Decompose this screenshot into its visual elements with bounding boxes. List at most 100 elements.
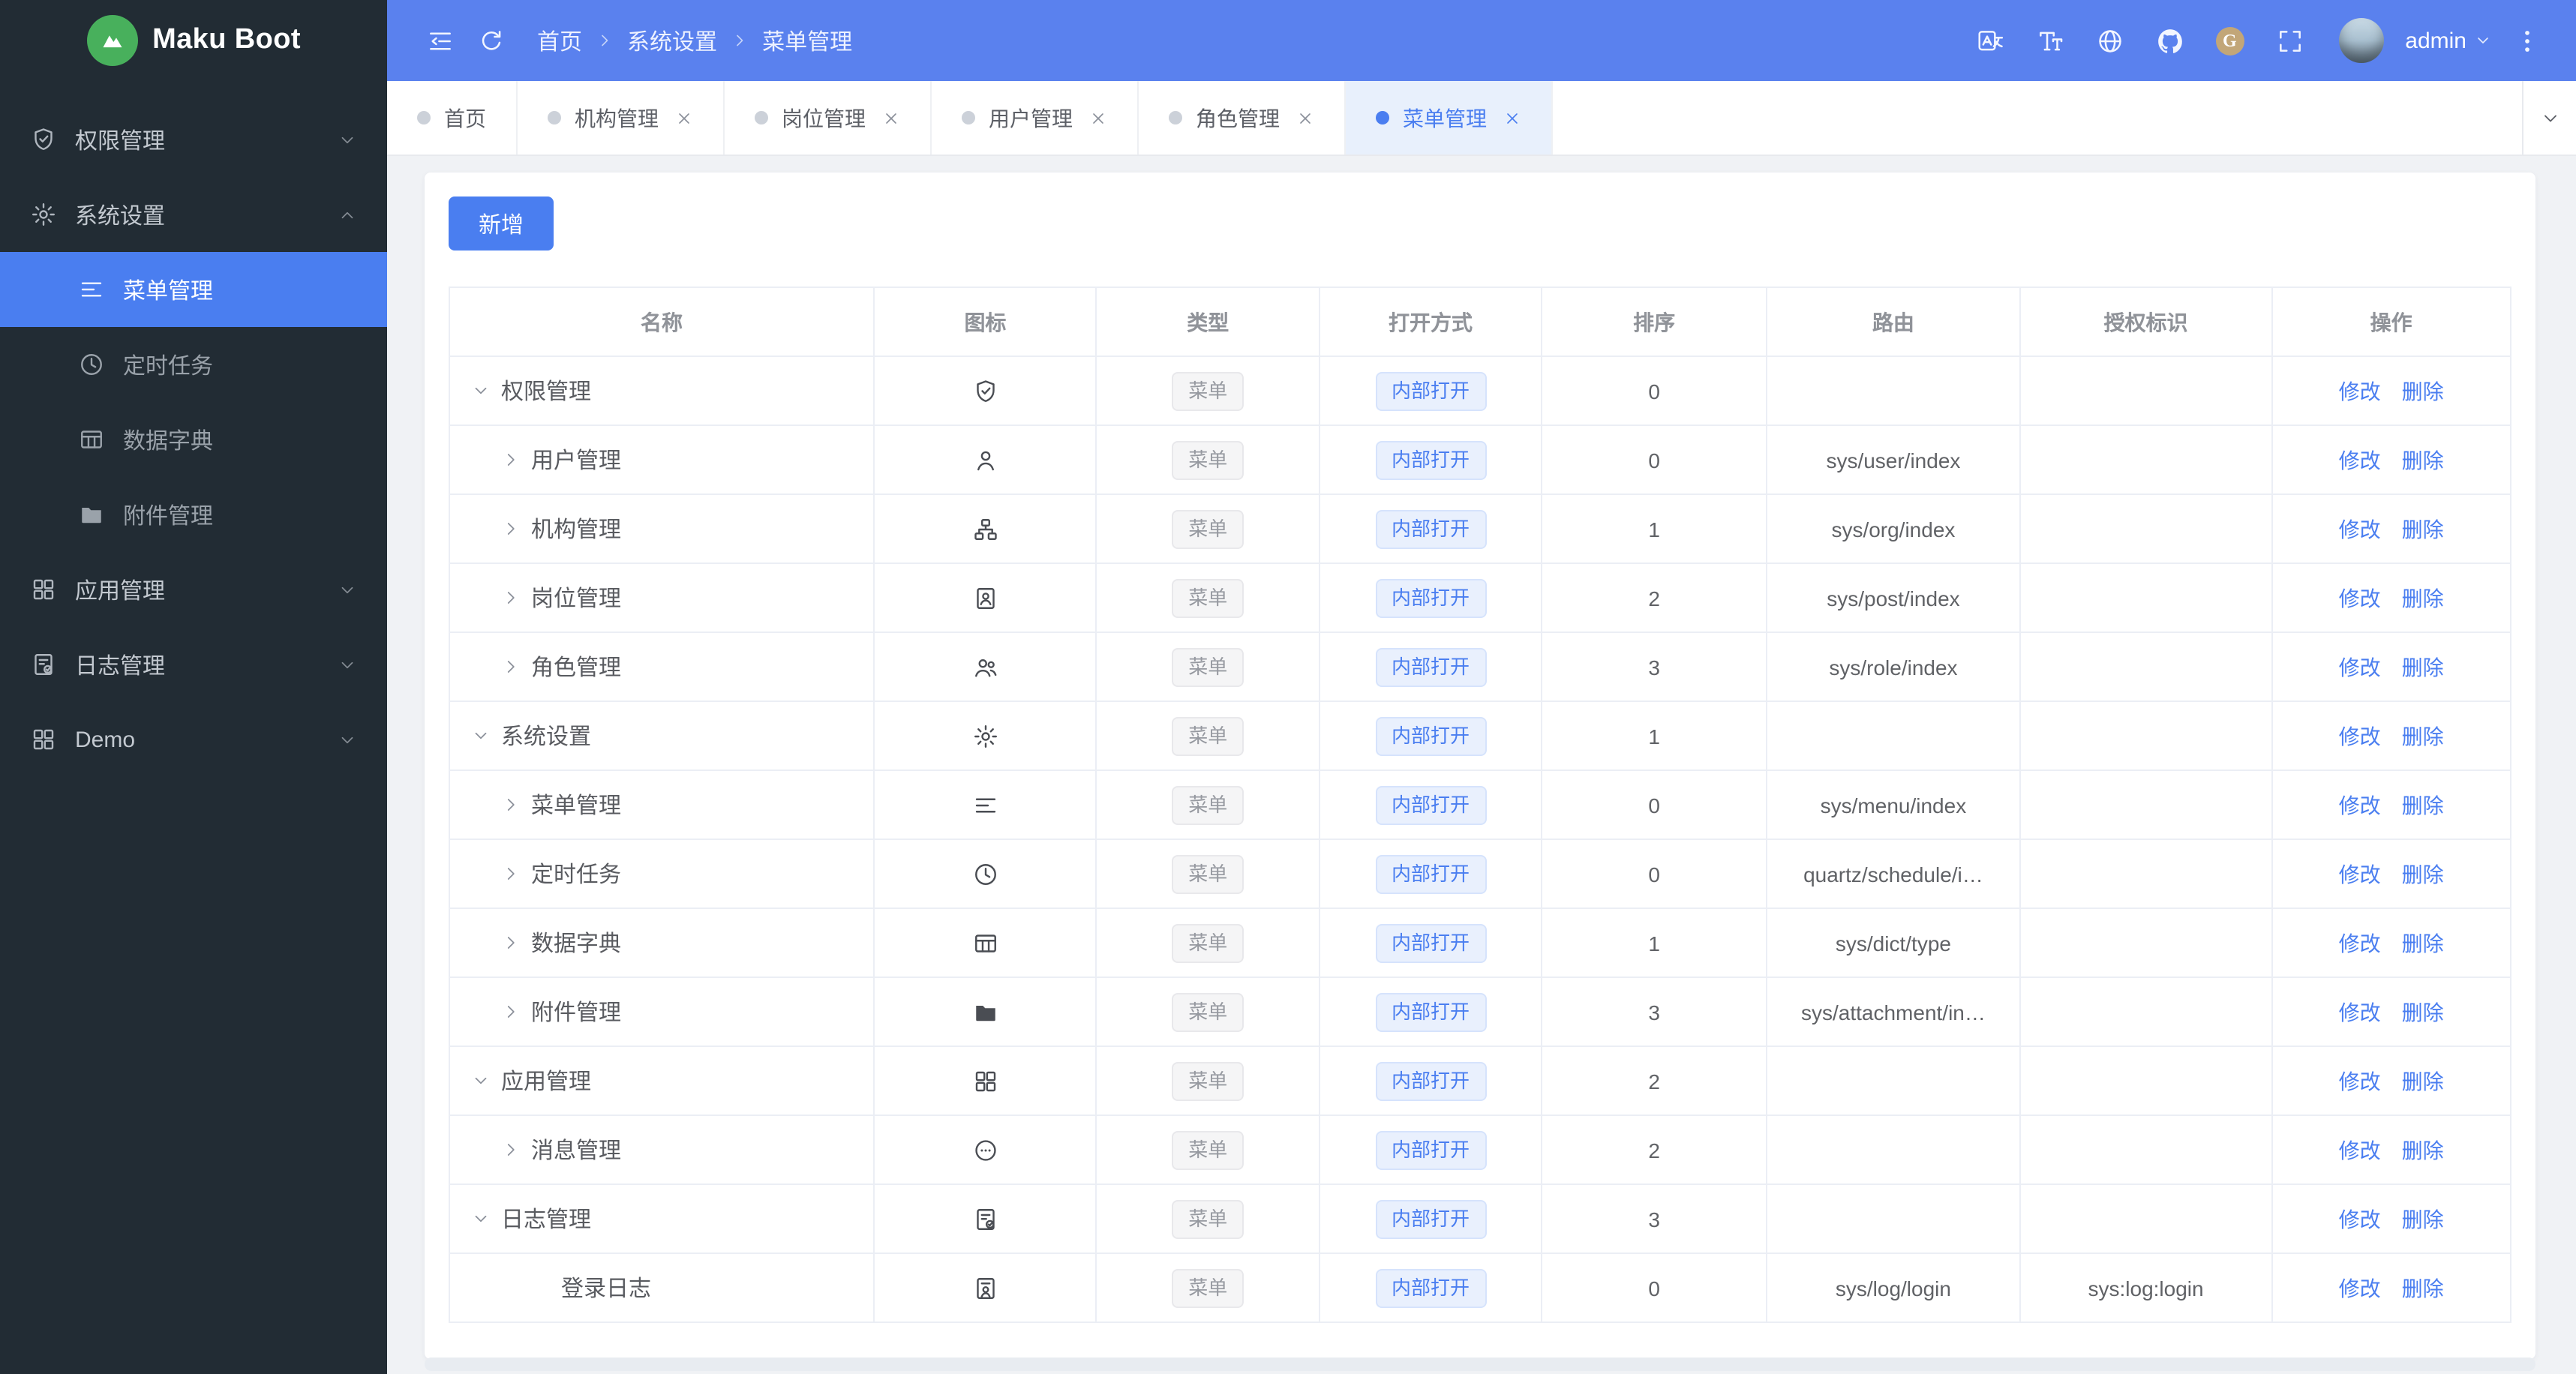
open-mode-badge: 内部打开 [1375, 854, 1487, 893]
sidebar-item-attachment[interactable]: 附件管理 [0, 477, 387, 552]
sidebar-item-label: 系统设置 [75, 203, 166, 229]
cell-route [1765, 1184, 2021, 1254]
delete-link[interactable]: 删除 [2402, 586, 2444, 610]
edit-link[interactable]: 修改 [2339, 862, 2381, 886]
delete-link[interactable]: 删除 [2402, 1207, 2444, 1231]
cell-open: 内部打开 [1318, 838, 1543, 909]
tab-menu[interactable]: 菜单管理 [1346, 81, 1553, 154]
cell-perm [2019, 1046, 2273, 1116]
cell-open: 内部打开 [1318, 632, 1543, 702]
tab-org[interactable]: 机构管理 [518, 81, 725, 154]
add-button[interactable]: 新增 [449, 196, 554, 250]
edit-link[interactable]: 修改 [2339, 448, 2381, 472]
cell-perm [2019, 1114, 2273, 1185]
delete-link[interactable]: 删除 [2402, 1138, 2444, 1162]
cell-actions: 修改 删除 [2271, 1252, 2512, 1323]
chevron-right-icon[interactable] [501, 588, 521, 608]
tab-role[interactable]: 角色管理 [1139, 81, 1346, 154]
menu-name: 菜单管理 [531, 794, 622, 819]
close-icon[interactable] [675, 109, 693, 127]
sidebar-item-system[interactable]: 系统设置 [0, 177, 387, 252]
chevron-down-icon[interactable] [471, 1209, 491, 1228]
sidebar-item-schedule[interactable]: 定时任务 [0, 327, 387, 402]
tab-user[interactable]: 用户管理 [932, 81, 1139, 154]
app-root: Maku Boot 权限管理 系统设置 菜单管理 定时任务 数据字典 附件管理 应用管理 日志… [0, 0, 2576, 1374]
cell-open: 内部打开 [1318, 908, 1543, 978]
user-caret-down-icon [2474, 32, 2492, 50]
github-icon[interactable] [2144, 15, 2195, 66]
delete-link[interactable]: 删除 [2402, 793, 2444, 817]
collapse-sidebar-icon[interactable] [414, 15, 465, 66]
kebab-menu-icon[interactable] [2501, 15, 2552, 66]
close-icon[interactable] [1503, 109, 1521, 127]
breadcrumb-item[interactable]: 首页 [537, 25, 582, 56]
sidebar-item-dict[interactable]: 数据字典 [0, 402, 387, 477]
sidebar-item-menu[interactable]: 菜单管理 [0, 252, 387, 327]
chevron-down-icon[interactable] [471, 726, 491, 746]
chevron-right-icon[interactable] [501, 795, 521, 814]
edit-link[interactable]: 修改 [2339, 1138, 2381, 1162]
open-mode-badge: 内部打开 [1375, 785, 1487, 824]
cell-icon [873, 908, 1097, 978]
edit-link[interactable]: 修改 [2339, 655, 2381, 679]
font-size-icon[interactable] [2024, 15, 2075, 66]
delete-link[interactable]: 删除 [2402, 724, 2444, 748]
tabs-dropdown-button[interactable] [2522, 81, 2576, 154]
breadcrumb-item[interactable]: 菜单管理 [762, 25, 852, 56]
chevron-right-icon[interactable] [501, 519, 521, 538]
gitee-icon[interactable]: G [2204, 15, 2255, 66]
chevron-down-icon[interactable] [471, 1071, 491, 1090]
fullscreen-icon[interactable] [2264, 15, 2315, 66]
chevron-down-icon[interactable] [471, 381, 491, 400]
refresh-icon[interactable] [465, 15, 516, 66]
delete-link[interactable]: 删除 [2402, 862, 2444, 886]
edit-link[interactable]: 修改 [2339, 1276, 2381, 1300]
delete-link[interactable]: 删除 [2402, 1069, 2444, 1093]
horizontal-scrollbar[interactable] [425, 1358, 2535, 1371]
chevron-right-icon[interactable] [501, 1002, 521, 1022]
open-mode-badge: 内部打开 [1375, 923, 1487, 962]
delete-link[interactable]: 删除 [2402, 931, 2444, 955]
sidebar-item-auth[interactable]: 权限管理 [0, 102, 387, 177]
edit-link[interactable]: 修改 [2339, 724, 2381, 748]
close-icon[interactable] [1089, 109, 1107, 127]
chevron-right-icon[interactable] [501, 933, 521, 952]
tab-post[interactable]: 岗位管理 [725, 81, 932, 154]
delete-link[interactable]: 删除 [2402, 1276, 2444, 1300]
edit-link[interactable]: 修改 [2339, 793, 2381, 817]
edit-link[interactable]: 修改 [2339, 586, 2381, 610]
chevron-right-icon[interactable] [501, 657, 521, 676]
cell-type: 菜单 [1095, 1114, 1320, 1185]
chevron-right-icon[interactable] [501, 450, 521, 470]
gitee-letter: G [2215, 26, 2244, 55]
delete-link[interactable]: 删除 [2402, 379, 2444, 403]
tab-home[interactable]: 首页 [387, 81, 518, 154]
chevron-right-icon[interactable] [501, 864, 521, 884]
close-icon[interactable] [1296, 109, 1314, 127]
close-icon[interactable] [882, 109, 900, 127]
user-menu[interactable]: admin [2405, 28, 2492, 53]
edit-link[interactable]: 修改 [2339, 517, 2381, 541]
cell-sort: 3 [1541, 632, 1767, 702]
tab-label: 机构管理 [575, 106, 659, 130]
translate-icon[interactable] [1964, 15, 2015, 66]
edit-link[interactable]: 修改 [2339, 1207, 2381, 1231]
user-avatar[interactable] [2339, 18, 2385, 63]
cell-icon [873, 1114, 1097, 1185]
delete-link[interactable]: 删除 [2402, 517, 2444, 541]
globe-icon[interactable] [2084, 15, 2135, 66]
delete-link[interactable]: 删除 [2402, 1000, 2444, 1024]
breadcrumb-item[interactable]: 系统设置 [627, 25, 717, 56]
menu-name: 机构管理 [531, 518, 622, 543]
edit-link[interactable]: 修改 [2339, 931, 2381, 955]
sidebar-item-log[interactable]: 日志管理 [0, 627, 387, 702]
tab-status-dot [417, 111, 431, 124]
edit-link[interactable]: 修改 [2339, 379, 2381, 403]
sidebar-item-demo[interactable]: Demo [0, 702, 387, 777]
chevron-right-icon[interactable] [501, 1140, 521, 1160]
sidebar-item-app[interactable]: 应用管理 [0, 552, 387, 627]
delete-link[interactable]: 删除 [2402, 448, 2444, 472]
edit-link[interactable]: 修改 [2339, 1069, 2381, 1093]
edit-link[interactable]: 修改 [2339, 1000, 2381, 1024]
delete-link[interactable]: 删除 [2402, 655, 2444, 679]
